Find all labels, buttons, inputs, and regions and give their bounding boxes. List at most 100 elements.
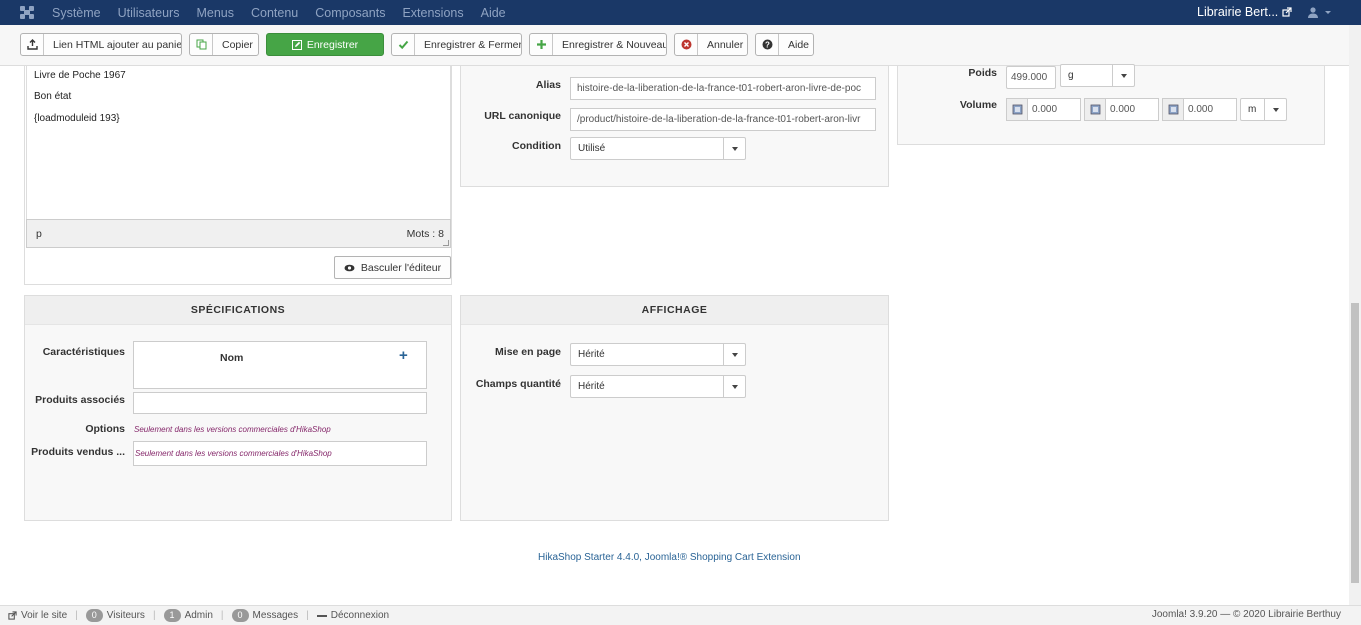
sold-products-note: Seulement dans les versions commerciales… — [135, 449, 332, 458]
toggle-editor-button[interactable]: Basculer l'éditeur — [334, 256, 451, 279]
sold-products-box: Seulement dans les versions commerciales… — [133, 441, 427, 466]
weight-unit-value: g — [1068, 70, 1074, 81]
width-icon — [1085, 99, 1106, 120]
external-link-icon — [8, 611, 17, 620]
condition-value: Utilisé — [578, 143, 606, 154]
copy-icon — [190, 34, 213, 55]
view-site-link[interactable]: Voir le site — [8, 610, 67, 621]
quantity-field-value: Hérité — [578, 381, 605, 392]
save-close-label: Enregistrer & Fermer — [424, 38, 522, 51]
resize-handle-icon[interactable] — [443, 240, 449, 246]
menu-item-composants[interactable]: Composants — [315, 6, 385, 20]
menu-item-systeme[interactable]: Système — [52, 6, 101, 20]
visitors-link[interactable]: 0 Visiteurs — [85, 609, 145, 622]
name-column-header: Nom — [220, 352, 244, 364]
characteristics-label: Caractéristiques — [42, 346, 125, 358]
site-link[interactable]: Librairie Bert... — [1197, 5, 1292, 19]
alias-input[interactable]: histoire-de-la-liberation-de-la-france-t… — [570, 77, 876, 100]
canonical-url-input[interactable]: /product/histoire-de-la-liberation-de-la… — [570, 108, 876, 131]
admin-label: Admin — [184, 610, 213, 621]
save-new-label: Enregistrer & Nouveau — [562, 38, 667, 51]
editor-area[interactable]: Livre de Poche 1967 Bon état {loadmodule… — [26, 66, 451, 219]
cancel-label: Annuler — [707, 38, 744, 51]
quantity-field-select[interactable]: Hérité — [570, 375, 746, 398]
site-name: Librairie Bert... — [1197, 5, 1279, 19]
sold-products-label: Produits vendus ... — [31, 446, 125, 458]
related-products-label: Produits associés — [35, 394, 125, 406]
joomla-logo-icon[interactable] — [18, 4, 36, 21]
messages-count: 0 — [231, 609, 249, 622]
volume-height-input[interactable]: 0.000 — [1162, 98, 1237, 121]
eye-icon — [344, 264, 355, 271]
height-icon — [1163, 99, 1184, 120]
chevron-down-icon — [723, 344, 745, 365]
logout-label: Déconnexion — [330, 610, 390, 621]
specifications-title: SPÉCIFICATIONS — [25, 296, 451, 325]
volume-length-input[interactable]: 0.000 — [1006, 98, 1081, 121]
save-button[interactable]: Enregistrer — [266, 33, 384, 56]
condition-label: Condition — [512, 140, 561, 152]
admin-count: 1 — [163, 609, 181, 622]
menu-item-aide[interactable]: Aide — [481, 6, 506, 20]
help-button[interactable]: ? Aide — [755, 33, 814, 56]
layout-value: Hérité — [578, 349, 605, 360]
view-site-label: Voir le site — [21, 610, 68, 621]
options-label: Options — [85, 423, 125, 435]
check-icon — [392, 34, 415, 55]
chevron-down-icon — [1264, 99, 1286, 120]
quantity-field-label: Champs quantité — [475, 378, 561, 390]
editor-line: Livre de Poche 1967 — [34, 70, 126, 81]
editor-statusbar: p Mots : 8 — [26, 219, 451, 248]
volume-width-input[interactable]: 0.000 — [1084, 98, 1159, 121]
related-products-input[interactable] — [133, 392, 427, 414]
menu-item-extensions[interactable]: Extensions — [402, 6, 463, 20]
specifications-panel: SPÉCIFICATIONS Caractéristiques Nom + Pr… — [24, 295, 452, 521]
menu-item-contenu[interactable]: Contenu — [251, 6, 298, 20]
options-note: Seulement dans les versions commerciales… — [134, 425, 331, 434]
edit-icon — [291, 39, 302, 50]
copy-button[interactable]: Copier — [189, 33, 259, 56]
chevron-down-icon — [1325, 10, 1331, 14]
cancel-icon — [675, 34, 698, 55]
toolbar: Lien HTML ajouter au panier Copier Enreg… — [0, 25, 1349, 66]
add-characteristic-button[interactable]: + — [399, 347, 408, 364]
weight-unit-select[interactable]: g — [1060, 64, 1135, 87]
volume-length-value: 0.000 — [1032, 104, 1058, 115]
help-label: Aide — [788, 38, 810, 51]
external-link-icon — [1282, 7, 1292, 17]
copy-label: Copier — [222, 38, 253, 51]
volume-width-value: 0.000 — [1110, 104, 1136, 115]
editor-line: Bon état — [34, 91, 72, 102]
user-menu[interactable] — [1307, 6, 1331, 18]
cart-html-link-label: Lien HTML ajouter au panier — [53, 38, 182, 51]
save-label: Enregistrer — [306, 38, 359, 51]
top-navbar: Système Utilisateurs Menus Contenu Compo… — [0, 0, 1361, 25]
menu-item-menus[interactable]: Menus — [196, 6, 234, 20]
general-panel: Alias histoire-de-la-liberation-de-la-fr… — [460, 66, 889, 187]
display-title: AFFICHAGE — [461, 296, 888, 325]
scrollbar-thumb[interactable] — [1351, 303, 1359, 583]
visitors-label: Visiteurs — [106, 610, 145, 621]
logout-link[interactable]: Déconnexion — [316, 610, 390, 621]
save-new-button[interactable]: Enregistrer & Nouveau — [529, 33, 667, 56]
messages-link[interactable]: 0 Messages — [231, 609, 298, 622]
canonical-url-label: URL canonique — [484, 110, 561, 122]
save-close-button[interactable]: Enregistrer & Fermer — [391, 33, 522, 56]
weight-input[interactable]: 499.000 — [1006, 66, 1056, 89]
copyright-text: Joomla! 3.9.20 — © 2020 Librairie Berthu… — [1151, 609, 1341, 620]
cancel-button[interactable]: Annuler — [674, 33, 748, 56]
display-panel: AFFICHAGE Mise en page Hérité Champs qua… — [460, 295, 889, 521]
toggle-editor-label: Basculer l'éditeur — [360, 261, 442, 274]
chevron-down-icon — [723, 376, 745, 397]
admin-link[interactable]: 1 Admin — [163, 609, 213, 622]
chevron-down-icon — [723, 138, 745, 159]
volume-unit-select[interactable]: m — [1240, 98, 1287, 121]
condition-select[interactable]: Utilisé — [570, 137, 746, 160]
visitors-count: 0 — [85, 609, 103, 622]
layout-select[interactable]: Hérité — [570, 343, 746, 366]
cart-html-link-button[interactable]: Lien HTML ajouter au panier — [20, 33, 182, 56]
hikashop-footer-link[interactable]: HikaShop Starter 4.4.0, Joomla!® Shoppin… — [538, 552, 801, 563]
page-scrollbar[interactable] — [1349, 25, 1361, 605]
layout-label: Mise en page — [495, 346, 561, 358]
menu-item-utilisateurs[interactable]: Utilisateurs — [118, 6, 180, 20]
